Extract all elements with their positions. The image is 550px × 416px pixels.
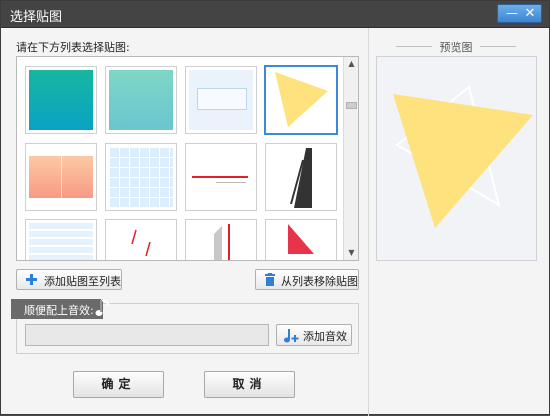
- sticker-preview-area: [376, 56, 537, 261]
- black-slashes-preview: [290, 148, 312, 208]
- list-instruction-label: 请在下方列表选择贴图:: [16, 41, 130, 54]
- music-note-icon: [95, 299, 110, 316]
- window-controls: — ✕: [497, 4, 542, 23]
- teal-gradient-preview: [29, 70, 93, 130]
- blue-grid-preview: [109, 147, 173, 207]
- window-title: 选择贴图: [10, 10, 63, 25]
- remove-sticker-label: 从列表移除贴图: [281, 275, 358, 288]
- blue-stripes-preview: [29, 223, 93, 260]
- sticker-thumb-red-shape[interactable]: [265, 219, 337, 260]
- list-scrollbar[interactable]: ▲ ▼: [343, 57, 358, 260]
- frame-rectangle: [197, 88, 247, 110]
- panel-divider: [368, 28, 369, 416]
- sound-section-tag: 顺便配上音效:: [11, 299, 103, 319]
- add-music-icon: [284, 329, 299, 343]
- sticker-list: [16, 56, 359, 261]
- add-sticker-to-list-button[interactable]: 添加贴图至列表: [16, 269, 122, 290]
- yellow-triangle-preview: [275, 72, 328, 127]
- sticker-thumb-teal-gradient[interactable]: [25, 66, 97, 134]
- remove-sticker-from-list-button[interactable]: 从列表移除贴图: [255, 269, 359, 290]
- sticker-thumb-blue-grid[interactable]: [105, 143, 177, 211]
- sticker-thumb-yellow-triangle[interactable]: [264, 65, 338, 135]
- add-sound-label: 添加音效: [303, 330, 347, 343]
- cancel-button[interactable]: 取消: [204, 371, 295, 398]
- panel-divider: [61, 156, 62, 198]
- gray-bar-preview: [214, 224, 230, 260]
- light-frame-preview: [189, 70, 253, 130]
- red-line-preview: [192, 176, 248, 178]
- mint-gradient-preview: [109, 70, 173, 130]
- gray-line-preview: [216, 182, 246, 183]
- red-shape-preview: [288, 224, 314, 254]
- sticker-thumb-light-frame[interactable]: [185, 66, 257, 134]
- sticker-thumb-black-slashes[interactable]: [265, 143, 337, 211]
- scroll-down-icon[interactable]: ▼: [344, 246, 359, 260]
- peach-panels-preview: [29, 156, 93, 198]
- sticker-thumb-red-line[interactable]: [185, 143, 257, 211]
- preview-triangle-graphic: [393, 85, 533, 228]
- sticker-thumb-blue-stripes[interactable]: [25, 219, 97, 260]
- add-sticker-label: 添加贴图至列表: [44, 275, 121, 288]
- choose-sticker-dialog: 选择贴图 — ✕ 请在下方列表选择贴图: ▲ ▼ 添加贴图至列表 从列表移除贴图…: [0, 0, 550, 416]
- plus-icon: [26, 274, 37, 285]
- ok-button[interactable]: 确定: [73, 371, 164, 398]
- sticker-thumb-mint-gradient[interactable]: [105, 66, 177, 134]
- sound-file-field[interactable]: [25, 324, 269, 346]
- sound-section-label: 顺便配上音效:: [24, 304, 94, 317]
- sticker-thumb-red-dashes[interactable]: [105, 219, 177, 260]
- add-sound-button[interactable]: 添加音效: [276, 324, 352, 346]
- sticker-thumb-peach-panels[interactable]: [25, 143, 97, 211]
- scroll-thumb[interactable]: [346, 102, 357, 109]
- scroll-up-icon[interactable]: ▲: [344, 57, 359, 71]
- minimize-icon[interactable]: —: [504, 6, 520, 22]
- trash-icon: [265, 273, 275, 286]
- title-bar: 选择贴图 — ✕: [1, 1, 549, 28]
- red-dashes-preview: [131, 229, 151, 257]
- close-icon[interactable]: ✕: [522, 6, 538, 22]
- preview-label-line-right: [480, 46, 516, 47]
- sticker-thumb-gray-bar[interactable]: [185, 219, 257, 260]
